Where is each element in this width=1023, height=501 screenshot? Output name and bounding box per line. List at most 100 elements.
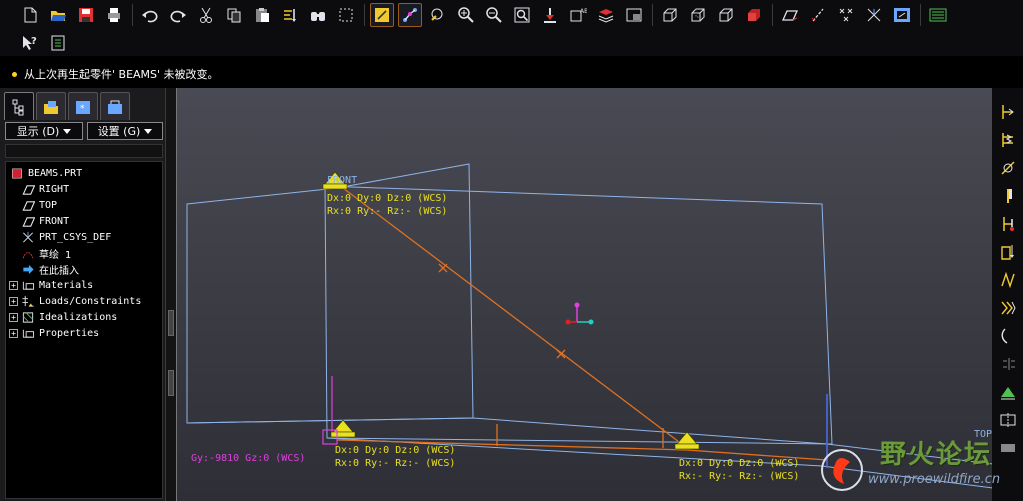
connections-tab[interactable] (100, 92, 130, 120)
displacement-constraint-icon (1000, 387, 1015, 400)
flame-logo-icon (821, 449, 863, 491)
watermark-url: www.proewildfire.cn (868, 472, 1001, 487)
select-box-button[interactable] (334, 3, 358, 27)
toolbar-separator (920, 4, 921, 26)
constraint-1-displacement: Dx:0 Dy:0 Dz:0 (WCS) (327, 193, 447, 204)
find-button[interactable] (306, 3, 330, 27)
display-menu-label: 显示 (D) (16, 125, 60, 138)
expand-toggle[interactable]: + (9, 312, 18, 322)
temperature-load-button[interactable] (996, 212, 1020, 236)
tree-item[interactable]: + Idealizations (6, 309, 162, 325)
favorites-tab-icon: * (76, 100, 90, 114)
hidden-line-button[interactable] (686, 3, 710, 27)
datum-points-button[interactable] (834, 3, 858, 27)
panel-splitter[interactable] (166, 88, 176, 501)
zoom-in-button[interactable] (454, 3, 478, 27)
display-menu[interactable]: 显示 (D) (5, 122, 83, 140)
expand-toggle[interactable]: + (9, 280, 18, 290)
model-info-icon (51, 35, 65, 51)
settings-menu-label: 设置 (G) (97, 125, 141, 138)
view-manager-button[interactable] (622, 3, 646, 27)
expand-toggle[interactable]: + (9, 328, 18, 338)
centrifugal-button[interactable] (996, 352, 1020, 376)
loads-constraints-icon (20, 294, 36, 308)
undo-button[interactable] (138, 3, 162, 27)
annotation-display-button[interactable] (890, 3, 914, 27)
gravity-button[interactable] (996, 324, 1020, 348)
print-button[interactable] (102, 3, 126, 27)
tree-item[interactable]: + Loads/Constraints (6, 293, 162, 309)
open-file-button[interactable] (46, 3, 70, 27)
chevron-down-icon (63, 128, 72, 134)
bearing-load-button[interactable] (996, 296, 1020, 320)
displacement-constraint-button[interactable] (996, 380, 1020, 404)
new-file-button[interactable] (18, 3, 42, 27)
constraint-2-displacement: Dx:0 Dy:0 Dz:0 (WCS) (335, 445, 455, 456)
redo-button[interactable] (166, 3, 190, 27)
cut-button[interactable] (194, 3, 218, 27)
layers-button[interactable] (594, 3, 618, 27)
repaint-icon (544, 8, 556, 23)
annotation-display-icon (894, 8, 910, 22)
refit-button[interactable] (510, 3, 534, 27)
no-hidden-button[interactable] (714, 3, 738, 27)
simulation-display-button[interactable] (926, 3, 950, 27)
paste-button[interactable] (250, 3, 274, 27)
expand-toggle[interactable]: + (9, 296, 18, 306)
tree-item[interactable]: + Materials (6, 277, 162, 293)
saved-views-button[interactable]: AB (566, 3, 590, 27)
temperature-load-icon (1002, 217, 1014, 231)
forum-watermark: 野火论坛 www.proewildfire.cn (810, 432, 1000, 498)
tree-item[interactable]: PRT_CSYS_DEF (6, 229, 162, 245)
datum-axes-button[interactable] (806, 3, 830, 27)
wireframe-icon (663, 8, 677, 22)
save-button[interactable] (74, 3, 98, 27)
coordinate-systems-button[interactable] (862, 3, 886, 27)
part-icon (9, 166, 25, 180)
copy-button[interactable] (222, 3, 246, 27)
orient-button[interactable] (426, 3, 450, 27)
model-tree-tab-icon (12, 99, 24, 115)
context-help-button[interactable]: ? (18, 31, 42, 55)
tree-item[interactable]: TOP (6, 197, 162, 213)
zoom-out-button[interactable] (482, 3, 506, 27)
tree-item[interactable]: 在此插入 (6, 261, 162, 277)
shading-button[interactable] (742, 3, 766, 27)
datum-display-icon (375, 8, 389, 22)
repaint-button[interactable] (538, 3, 562, 27)
wireframe-button[interactable] (658, 3, 682, 27)
select-box-icon (339, 8, 353, 22)
force-load-icon (1000, 245, 1014, 260)
datum-display-button[interactable] (370, 3, 394, 27)
plane-label-front: FRONT (327, 175, 357, 186)
settings-menu[interactable]: 设置 (G) (87, 122, 163, 140)
tree-item[interactable]: RIGHT (6, 181, 162, 197)
spring-button[interactable] (996, 128, 1020, 152)
saved-views-icon: AB (570, 8, 587, 22)
datum-planes-button[interactable] (778, 3, 802, 27)
favorites-tab[interactable]: * (68, 92, 98, 120)
regenerate-button[interactable] (278, 3, 302, 27)
tree-item-label: TOP (39, 199, 58, 211)
mass-button[interactable] (996, 156, 1020, 180)
splitter-grip-lower[interactable] (168, 370, 174, 396)
model-tree-tab[interactable] (4, 92, 34, 120)
save-icon (79, 8, 93, 22)
force-load-button[interactable] (996, 240, 1020, 264)
tree-item-label: Materials (39, 279, 94, 291)
redo-icon (170, 10, 186, 23)
folder-browser-tab[interactable] (36, 92, 66, 120)
beam-button[interactable] (996, 100, 1020, 124)
model-info-button[interactable] (46, 31, 70, 55)
spin-center-button[interactable] (398, 3, 422, 27)
tree-item[interactable]: FRONT (6, 213, 162, 229)
symmetry-constraint-button[interactable] (996, 408, 1020, 432)
tree-item[interactable]: + Properties (6, 325, 162, 341)
splitter-grip-upper[interactable] (168, 310, 174, 336)
pressure-icon (1000, 271, 1015, 289)
tree-item[interactable]: BEAMS.PRT (6, 165, 162, 181)
tree-item[interactable]: 草绘 1 (6, 245, 162, 261)
pressure-button[interactable] (996, 268, 1020, 292)
idealizations-icon (20, 310, 36, 324)
shell-button[interactable] (996, 184, 1020, 208)
